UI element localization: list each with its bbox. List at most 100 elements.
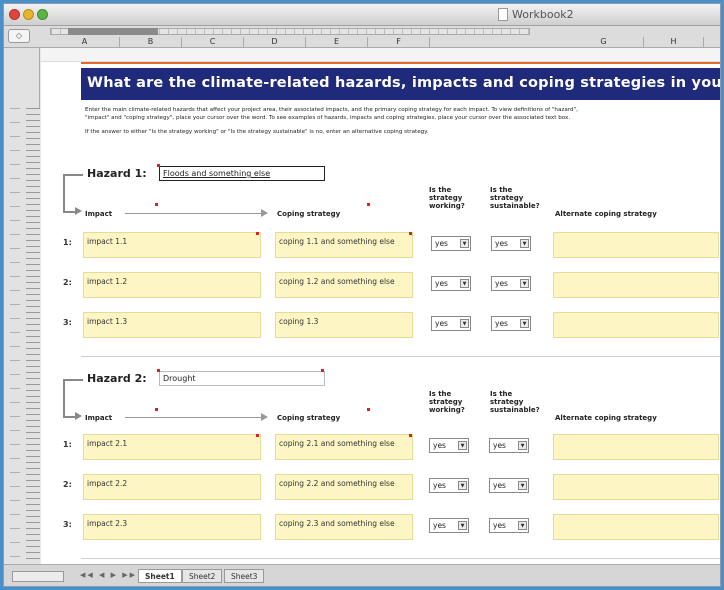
- view-mode-buttons[interactable]: [12, 571, 64, 582]
- title-bar: Workbook2: [4, 4, 720, 26]
- sustainable-select[interactable]: yes ▼: [491, 276, 531, 291]
- dropdown-arrow-icon: ▼: [460, 239, 469, 248]
- column-header-bar: ◇ A B C D E F G H: [4, 26, 720, 48]
- dropdown-arrow-icon: ▼: [458, 521, 467, 530]
- row-outline-marks: [10, 108, 20, 568]
- coping-header: Coping strategy: [277, 414, 341, 422]
- column-header-b[interactable]: B: [120, 37, 182, 47]
- comment-marker: [157, 369, 160, 372]
- section-divider: [81, 558, 720, 559]
- coping-cell[interactable]: coping 2.3 and something else: [275, 514, 413, 540]
- comment-marker: [256, 232, 259, 235]
- column-header-d[interactable]: D: [244, 37, 306, 47]
- working-select[interactable]: yes ▼: [429, 438, 469, 453]
- tab-scroll-arrows-icon[interactable]: ◀◀ ◀ ▶ ▶▶: [80, 571, 137, 579]
- worksheet[interactable]: What are the climate-related hazards, im…: [41, 48, 720, 564]
- bracket-top: [63, 379, 83, 381]
- tab-sheet3[interactable]: Sheet3: [224, 569, 265, 583]
- sustainable-select[interactable]: yes ▼: [491, 236, 531, 251]
- ruler-selection: [68, 28, 158, 35]
- comment-marker: [367, 203, 370, 206]
- title-banner: What are the climate-related hazards, im…: [81, 68, 720, 100]
- working-header: Is the strategy working?: [429, 186, 465, 210]
- alternate-header: Alternate coping strategy: [555, 210, 657, 218]
- sustainable-select[interactable]: yes ▼: [489, 518, 529, 533]
- sustainable-select[interactable]: yes ▼: [489, 478, 529, 493]
- sustainable-header: Is the strategy sustainable?: [490, 390, 540, 414]
- alternate-cell[interactable]: [553, 514, 719, 540]
- hazard-2-input[interactable]: Drought: [159, 371, 325, 386]
- alternate-cell[interactable]: [553, 434, 719, 460]
- alternate-cell[interactable]: [553, 272, 719, 298]
- impact-cell[interactable]: impact 2.2: [83, 474, 261, 500]
- working-select[interactable]: yes ▼: [429, 518, 469, 533]
- coping-cell[interactable]: coping 2.2 and something else: [275, 474, 413, 500]
- comment-marker: [155, 408, 158, 411]
- sustainable-header: Is the strategy sustainable?: [490, 186, 540, 210]
- dropdown-arrow-icon: ▼: [518, 441, 527, 450]
- impact-arrow-line: [125, 417, 261, 418]
- coping-cell[interactable]: coping 2.1 and something else: [275, 434, 413, 460]
- row-number: 2:: [63, 278, 72, 287]
- comment-marker: [157, 164, 160, 167]
- impact-cell[interactable]: impact 2.3: [83, 514, 261, 540]
- column-header-h[interactable]: H: [644, 37, 704, 47]
- column-header-g[interactable]: G: [564, 37, 644, 47]
- column-header-e[interactable]: E: [306, 37, 368, 47]
- working-header: Is the strategy working?: [429, 390, 465, 414]
- alternate-header: Alternate coping strategy: [555, 414, 657, 422]
- zoom-button[interactable]: [37, 9, 48, 20]
- comment-marker: [321, 369, 324, 372]
- row-number: 1:: [63, 440, 72, 449]
- working-select[interactable]: yes ▼: [431, 236, 471, 251]
- impact-arrow-line: [125, 213, 261, 214]
- dropdown-arrow-icon: ▼: [520, 239, 529, 248]
- column-header-a[interactable]: A: [50, 37, 120, 47]
- alternate-cell[interactable]: [553, 474, 719, 500]
- coping-cell[interactable]: coping 1.2 and something else: [275, 272, 413, 298]
- column-header-c[interactable]: C: [182, 37, 244, 47]
- sustainable-select[interactable]: yes ▼: [491, 316, 531, 331]
- comment-marker: [409, 434, 412, 437]
- working-select[interactable]: yes ▼: [431, 276, 471, 291]
- close-button[interactable]: [9, 9, 20, 20]
- dropdown-arrow-icon: ▼: [458, 441, 467, 450]
- instructions-line-3: If the answer to either "Is the strategy…: [85, 129, 429, 135]
- hazard-2-label: Hazard 2:: [87, 372, 147, 385]
- impact-cell[interactable]: impact 1.3: [83, 312, 261, 338]
- row-number: 3:: [63, 520, 72, 529]
- sheet-tab-bar: ◀◀ ◀ ▶ ▶▶ Sheet1 Sheet2 Sheet3: [4, 564, 720, 586]
- impact-cell[interactable]: impact 1.1: [83, 232, 261, 258]
- minimize-button[interactable]: [23, 9, 34, 20]
- working-select[interactable]: yes ▼: [431, 316, 471, 331]
- document-icon: [498, 8, 508, 21]
- excel-window: Workbook2 ◇ A B C D E F G H What are the…: [3, 3, 721, 587]
- alternate-cell[interactable]: [553, 232, 719, 258]
- working-select[interactable]: yes ▼: [429, 478, 469, 493]
- column-header-f[interactable]: F: [368, 37, 430, 47]
- toggle-icon[interactable]: ◇: [8, 29, 30, 43]
- coping-cell[interactable]: coping 1.3: [275, 312, 413, 338]
- sustainable-select[interactable]: yes ▼: [489, 438, 529, 453]
- alternate-cell[interactable]: [553, 312, 719, 338]
- impact-arrow-icon: [261, 413, 268, 421]
- dropdown-arrow-icon: ▼: [520, 279, 529, 288]
- row-number: 3:: [63, 318, 72, 327]
- row-numbers: [26, 108, 40, 568]
- comment-marker: [256, 434, 259, 437]
- impact-cell[interactable]: impact 2.1: [83, 434, 261, 460]
- dropdown-arrow-icon: ▼: [460, 319, 469, 328]
- instructions-line-1: Enter the main climate-related hazards t…: [85, 107, 578, 113]
- window-title: Workbook2: [512, 8, 574, 21]
- row-header-gutter[interactable]: [4, 48, 40, 568]
- comment-marker: [409, 232, 412, 235]
- bracket-arrow-icon: [75, 207, 82, 215]
- dropdown-arrow-icon: ▼: [520, 319, 529, 328]
- bracket-vertical: [63, 174, 65, 212]
- tab-sheet1[interactable]: Sheet1: [138, 569, 182, 583]
- impact-cell[interactable]: impact 1.2: [83, 272, 261, 298]
- coping-cell[interactable]: coping 1.1 and something else: [275, 232, 413, 258]
- hazard-1-input[interactable]: Floods and something else: [159, 166, 325, 181]
- tab-sheet2[interactable]: Sheet2: [182, 569, 223, 583]
- dropdown-arrow-icon: ▼: [460, 279, 469, 288]
